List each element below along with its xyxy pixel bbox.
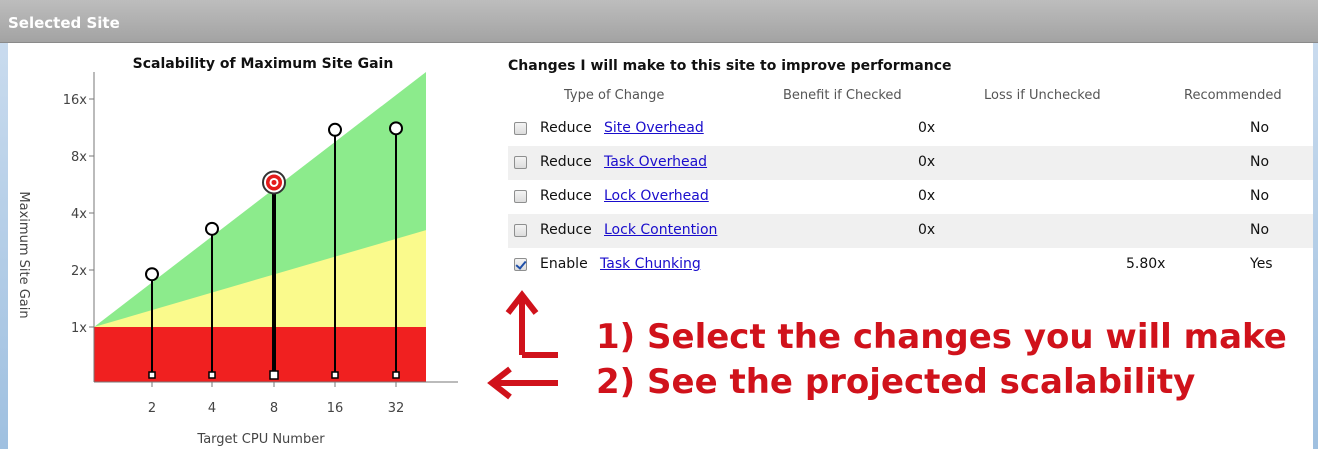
- chart-x-axis-label: Target CPU Number: [196, 432, 325, 447]
- lock-overhead-checkbox[interactable]: [514, 190, 527, 203]
- data-point: [145, 267, 159, 282]
- header-recommended: Recommended: [1184, 88, 1282, 103]
- right-window-border: [1313, 42, 1318, 449]
- y-tick-label: 4x: [71, 207, 87, 222]
- data-point: [205, 221, 219, 236]
- recommended-value: No: [1250, 222, 1270, 238]
- x-tick-label: 8: [270, 401, 278, 416]
- site-overhead-link[interactable]: Site Overhead: [604, 120, 704, 136]
- lock-overhead-link[interactable]: Lock Overhead: [604, 188, 709, 204]
- header-type-of-change: Type of Change: [564, 88, 665, 103]
- chart-title: Scalability of Maximum Site Gain: [133, 56, 394, 72]
- data-point: [389, 121, 403, 136]
- benefit-value: 0x: [918, 222, 936, 238]
- data-base-marker: [269, 370, 279, 380]
- y-tick-label: 8x: [71, 150, 87, 165]
- y-tick-label: 2x: [71, 264, 87, 279]
- chart-y-axis-label: Maximum Site Gain: [16, 191, 31, 318]
- change-row-site-overhead: Reduce Site Overhead 0x No: [508, 112, 1313, 146]
- data-base-marker: [208, 371, 216, 379]
- target-point-dot: [271, 179, 277, 185]
- annotation-arrows: [487, 290, 558, 400]
- change-row-task-overhead: Reduce Task Overhead 0x No: [508, 146, 1313, 180]
- data-base-marker: [331, 371, 339, 379]
- change-verb: Enable: [540, 256, 588, 272]
- data-base-marker: [392, 371, 400, 379]
- x-tick-label: 16: [327, 401, 344, 416]
- change-verb: Reduce: [540, 222, 592, 238]
- recommended-value: No: [1250, 188, 1270, 204]
- annotation-step-2: 2) See the projected scalability: [596, 362, 1196, 402]
- annotation-step-1: 1) Select the changes you will make: [596, 317, 1287, 357]
- header-benefit-if-checked: Benefit if Checked: [783, 88, 902, 103]
- lock-contention-checkbox[interactable]: [514, 224, 527, 237]
- changes-section-title: Changes I will make to this site to impr…: [508, 58, 952, 74]
- task-overhead-checkbox[interactable]: [514, 156, 527, 169]
- change-verb: Reduce: [540, 154, 592, 170]
- panel-titlebar: Selected Site: [0, 0, 1318, 43]
- x-tick-label: 32: [388, 401, 405, 416]
- recommended-value: No: [1250, 154, 1270, 170]
- lock-contention-link[interactable]: Lock Contention: [604, 222, 717, 238]
- region-red: [94, 327, 426, 382]
- task-chunking-link[interactable]: Task Chunking: [600, 256, 701, 272]
- data-point: [328, 122, 342, 137]
- y-tick-label: 1x: [71, 321, 87, 336]
- change-row-lock-overhead: Reduce Lock Overhead 0x No: [508, 180, 1313, 214]
- task-chunking-checkbox[interactable]: [514, 258, 527, 271]
- data-base-marker: [148, 371, 156, 379]
- recommended-value: No: [1250, 120, 1270, 136]
- benefit-value: 0x: [918, 120, 936, 136]
- site-overhead-checkbox[interactable]: [514, 122, 527, 135]
- change-row-lock-contention: Reduce Lock Contention 0x No: [508, 214, 1313, 248]
- change-verb: Reduce: [540, 120, 592, 136]
- change-verb: Reduce: [540, 188, 592, 204]
- scalability-chart: Scalability of Maximum Site Gain 1x 2x 4x 8…: [16, 56, 458, 447]
- header-loss-if-unchecked: Loss if Unchecked: [984, 88, 1101, 103]
- left-window-border: [0, 42, 8, 449]
- up-arrow-icon: [505, 290, 558, 358]
- loss-value: 5.80x: [1126, 256, 1166, 272]
- recommended-value: Yes: [1250, 256, 1273, 272]
- x-tick-label: 2: [148, 401, 156, 416]
- benefit-value: 0x: [918, 188, 936, 204]
- change-row-task-chunking: Enable Task Chunking 5.80x Yes: [508, 248, 1313, 282]
- left-arrow-icon: [487, 366, 558, 400]
- task-overhead-link[interactable]: Task Overhead: [604, 154, 707, 170]
- benefit-value: 0x: [918, 154, 936, 170]
- x-tick-label: 4: [208, 401, 216, 416]
- panel-title: Selected Site: [8, 14, 120, 32]
- y-tick-label: 16x: [63, 93, 88, 108]
